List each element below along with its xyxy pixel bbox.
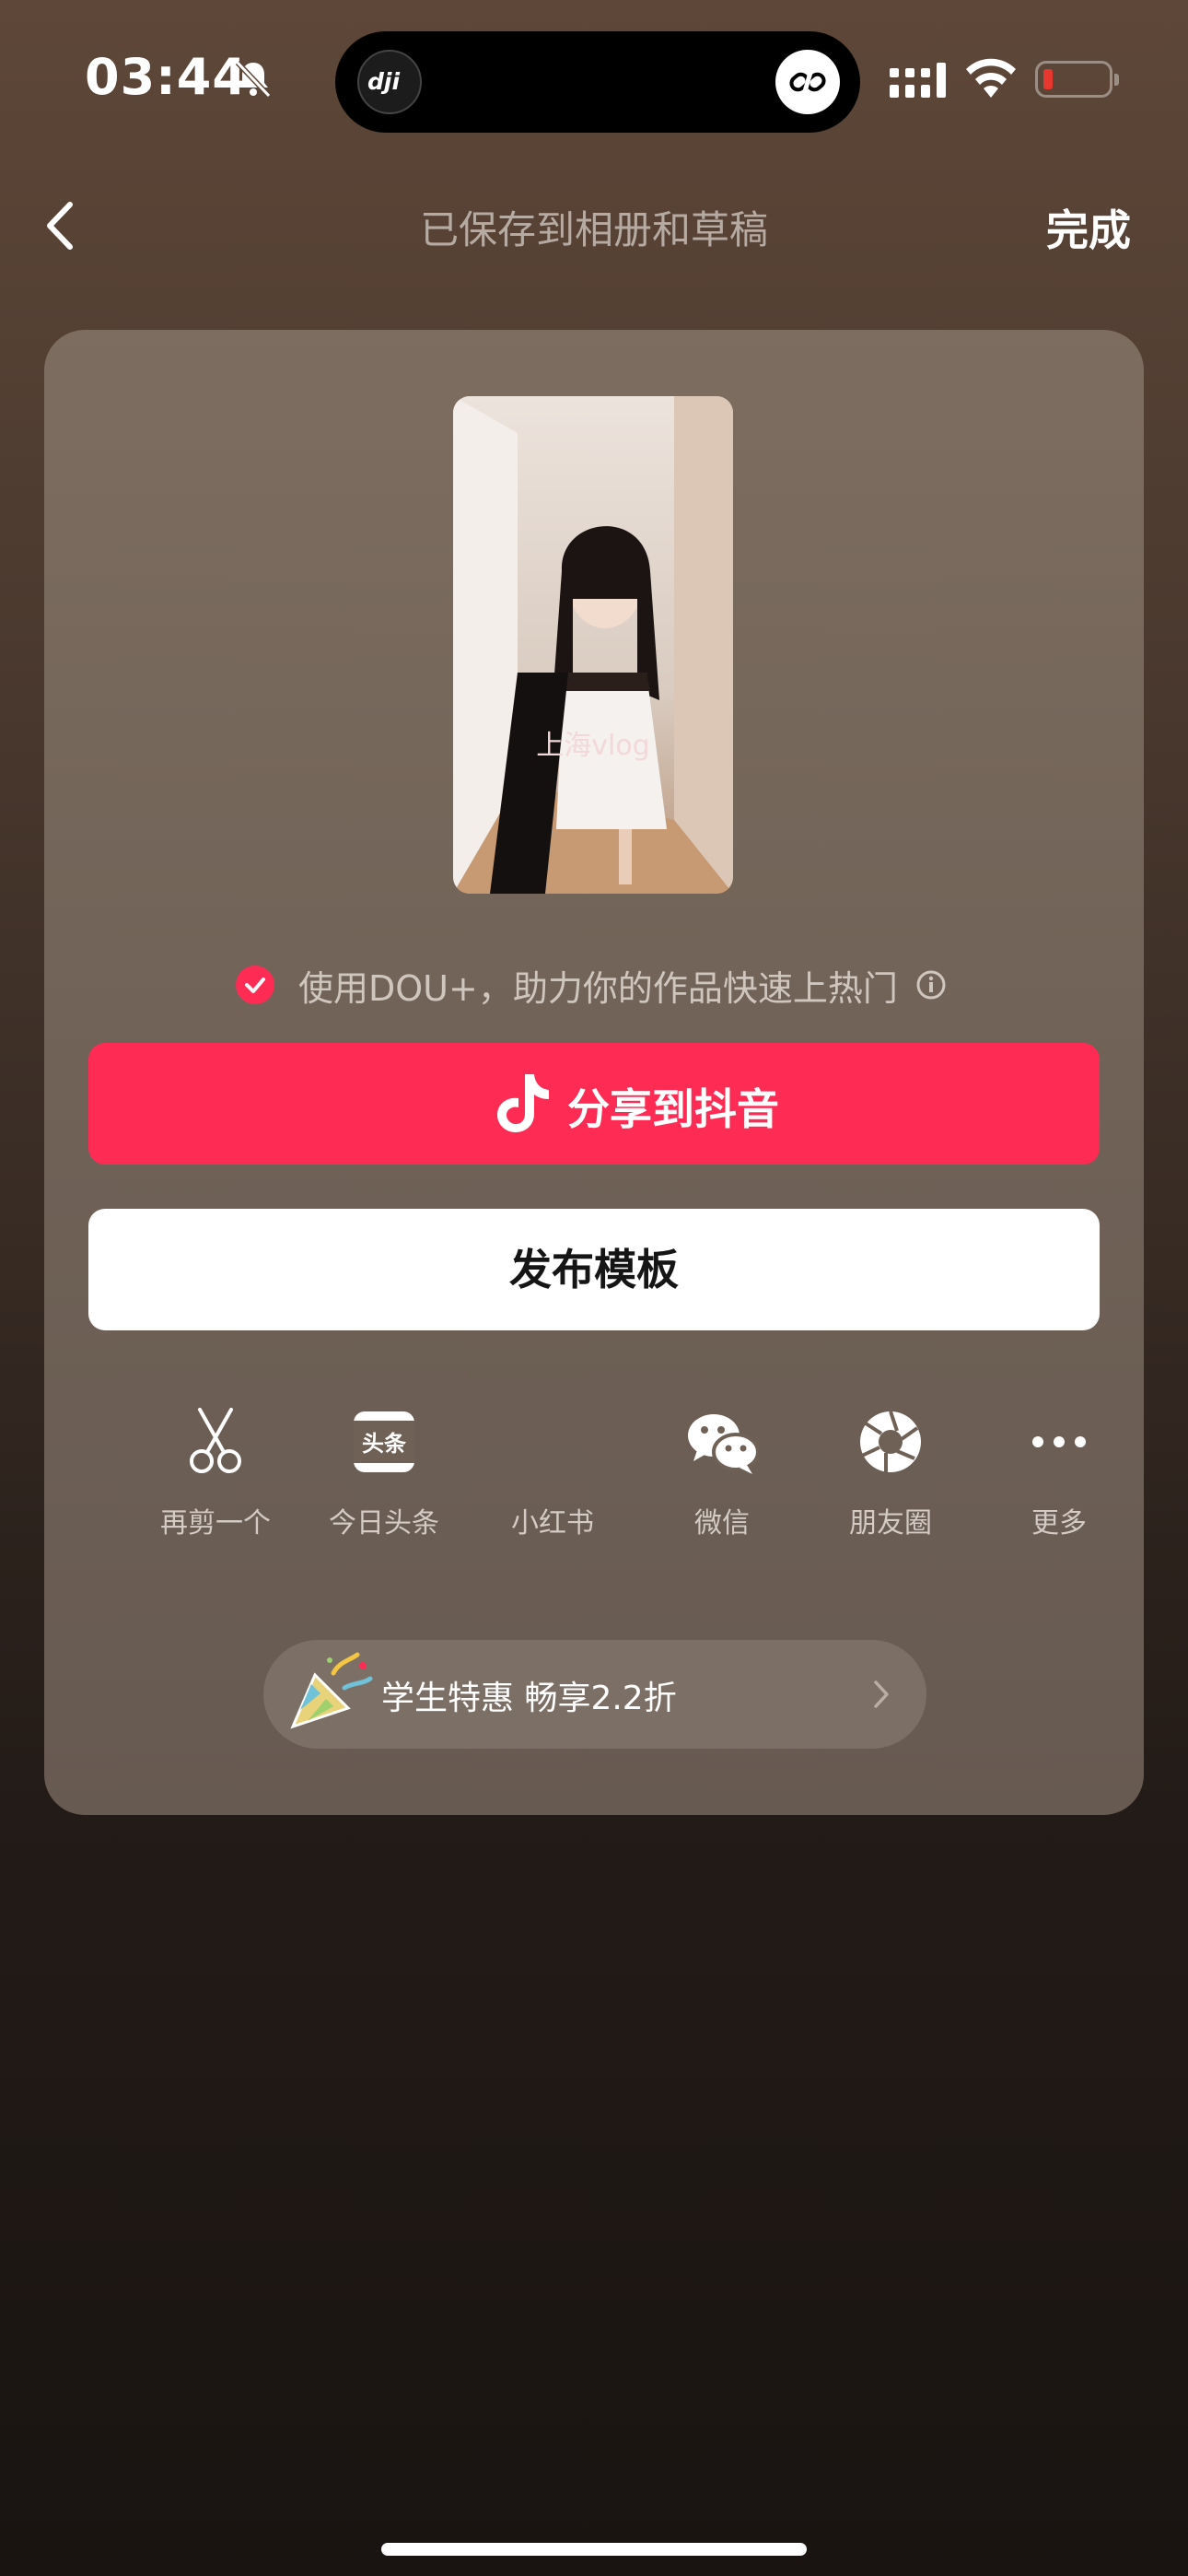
- moments-icon: [849, 1400, 932, 1483]
- dji-app-icon: dji: [357, 50, 422, 114]
- action-toutiao[interactable]: 头条 今日头条: [299, 1400, 469, 1540]
- link-broken-icon: [775, 50, 840, 114]
- action-re-edit[interactable]: 再剪一个: [131, 1400, 300, 1540]
- party-popper-icon: [290, 1652, 373, 1729]
- page-title: 已保存到相册和草稿: [419, 207, 768, 252]
- chevron-right-icon: [874, 1680, 889, 1708]
- action-wechat[interactable]: 微信: [637, 1400, 807, 1540]
- home-indicator[interactable]: [381, 2543, 807, 2556]
- xiaohongshu-icon: [511, 1400, 594, 1483]
- wechat-icon: [681, 1400, 763, 1483]
- thumbnail-caption: 上海vlog: [536, 730, 650, 762]
- template-button-label: 发布模板: [509, 1245, 679, 1294]
- action-label: 再剪一个: [160, 1507, 271, 1540]
- status-time: 03:44: [85, 48, 248, 106]
- checkbox-checked-icon[interactable]: [236, 966, 274, 1004]
- share-button-label: 分享到抖音: [567, 1084, 779, 1134]
- tiktok-icon: [497, 1074, 549, 1132]
- publish-template-button[interactable]: 发布模板: [88, 1209, 1100, 1330]
- cellular-signal-icon: [890, 63, 946, 98]
- share-card: 上海vlog 使用DOU+，助力你的作品快速上热门 分享到抖音 发布模板 再剪一…: [44, 330, 1144, 1815]
- action-xiaohongshu[interactable]: 小红书: [468, 1400, 637, 1540]
- dou-plus-row[interactable]: 使用DOU+，助力你的作品快速上热门: [44, 956, 1144, 1012]
- share-actions-row: 再剪一个 头条 今日头条 小红书 微信 朋友圈 更多: [44, 1400, 1144, 1548]
- promo-text: 学生特惠 畅享2.2折: [381, 1680, 677, 1717]
- wifi-icon: [966, 58, 1016, 98]
- video-thumbnail[interactable]: 上海vlog: [453, 396, 733, 894]
- action-more[interactable]: 更多: [974, 1400, 1144, 1540]
- video-preview-image: [453, 396, 733, 894]
- bell-muted-icon: [235, 60, 272, 99]
- action-label: 微信: [694, 1507, 750, 1540]
- share-to-douyin-button[interactable]: 分享到抖音: [88, 1043, 1100, 1165]
- action-label: 更多: [1031, 1507, 1087, 1540]
- done-button[interactable]: 完成: [1046, 197, 1131, 258]
- student-promo-banner[interactable]: 学生特惠 畅享2.2折: [263, 1640, 926, 1749]
- dou-plus-text: 使用DOU+，助力你的作品快速上热门: [298, 968, 898, 1009]
- scissors-icon: [174, 1400, 257, 1483]
- battery-low-icon: [1035, 61, 1119, 98]
- more-icon: [1018, 1400, 1101, 1483]
- action-label: 今日头条: [329, 1507, 439, 1540]
- action-label: 朋友圈: [849, 1507, 932, 1540]
- svg-text:头条: 头条: [362, 1431, 407, 1457]
- action-moments[interactable]: 朋友圈: [806, 1400, 975, 1540]
- toutiao-icon: 头条: [343, 1400, 425, 1483]
- action-label: 小红书: [511, 1507, 594, 1540]
- info-icon[interactable]: [915, 969, 947, 1001]
- dynamic-island: dji: [335, 31, 860, 133]
